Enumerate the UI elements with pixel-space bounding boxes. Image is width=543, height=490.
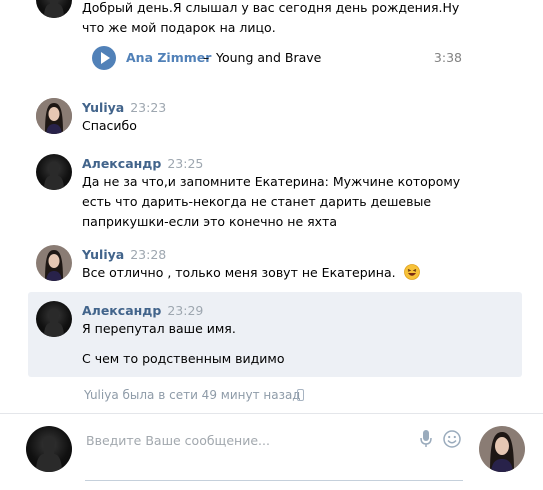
audio-attachment[interactable]: Ana Zimmer – Young and Brave 3:38	[92, 46, 462, 72]
message-time[interactable]: 23:23	[130, 100, 166, 115]
audio-artist[interactable]: Ana Zimmer	[126, 50, 211, 65]
avatar[interactable]	[36, 0, 72, 18]
author-name[interactable]: Yuliya	[82, 247, 124, 262]
avatar[interactable]	[36, 245, 72, 281]
avatar[interactable]	[36, 301, 72, 337]
avatar[interactable]	[36, 98, 72, 134]
laughing-emoji-icon	[403, 264, 420, 286]
message-time[interactable]: 23:28	[130, 247, 166, 262]
message-input[interactable]	[86, 428, 406, 452]
message-text-content: Все отлично , только меня зовут не Екате…	[82, 265, 396, 280]
message-text: Все отлично , только меня зовут не Екате…	[82, 263, 482, 286]
audio-duration: 3:38	[433, 50, 462, 65]
message-author[interactable]: Александр 23:25	[82, 156, 203, 171]
message-author[interactable]: Yuliya 23:23	[82, 100, 166, 115]
avatar[interactable]	[36, 154, 72, 190]
smile-icon[interactable]	[443, 430, 461, 451]
phone-icon	[297, 389, 304, 401]
recipient-avatar[interactable]	[479, 426, 525, 472]
message-text: С чем то родственным видимо	[82, 351, 285, 366]
message-time[interactable]: 23:25	[167, 156, 203, 171]
play-icon[interactable]	[92, 46, 116, 70]
author-name[interactable]: Александр	[82, 303, 161, 318]
message-time[interactable]: 23:29	[167, 303, 203, 318]
divider	[0, 413, 543, 414]
audio-title: Young and Brave	[216, 50, 322, 65]
message-text: Спасибо	[82, 118, 137, 133]
message-text: Я перепутал ваше имя.	[82, 321, 236, 336]
online-status: Yuliya была в сети 49 минут назад	[84, 388, 301, 402]
my-avatar[interactable]	[26, 426, 72, 472]
audio-separator: –	[203, 50, 210, 65]
mic-icon[interactable]	[420, 430, 432, 451]
message-author[interactable]: Yuliya 23:28	[82, 247, 166, 262]
message-text: Да не за что,и запомните Екатерина: Мужч…	[82, 174, 461, 229]
author-name[interactable]: Yuliya	[82, 100, 124, 115]
message-text: Добрый день.Я слышал у вас сегодня день …	[82, 0, 460, 35]
input-underline	[85, 480, 463, 481]
message-author[interactable]: Александр 23:29	[82, 303, 203, 318]
author-name[interactable]: Александр	[82, 156, 161, 171]
